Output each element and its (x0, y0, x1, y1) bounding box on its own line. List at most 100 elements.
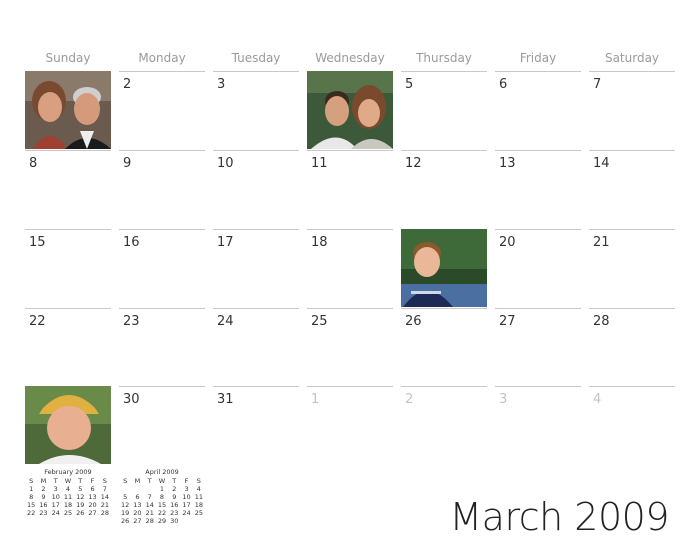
mini-weekday-label: F (184, 477, 189, 485)
day-cell: 27 (495, 308, 581, 386)
day-cell: 5 (401, 71, 487, 149)
day-number: 5 (405, 77, 414, 92)
mini-day: 27 (133, 517, 142, 525)
mini-day: 20 (88, 501, 97, 509)
mini-day: 8 (159, 493, 165, 501)
day-number: 31 (217, 392, 234, 407)
day-number: 17 (217, 235, 234, 250)
mini-day: 4 (196, 485, 201, 493)
day-cell: 6 (495, 71, 581, 149)
mini-day: 3 (53, 485, 58, 493)
mini-weekday-label: T (78, 477, 83, 485)
mini-day: 18 (63, 501, 73, 509)
couple-photo-1 (25, 71, 111, 149)
mini-day: 24 (182, 509, 191, 517)
mini-week-row: 1234 (119, 485, 205, 493)
day-number: 10 (217, 156, 234, 171)
mini-day: 5 (123, 493, 128, 501)
day-number: 13 (499, 156, 516, 171)
day-number: 25 (311, 314, 328, 329)
mini-day: 19 (121, 509, 130, 517)
day-cell: 4 (589, 386, 675, 464)
mini-day: 10 (51, 493, 60, 501)
mini-weekday-label: W (158, 477, 166, 485)
mini-weekday-label: T (53, 477, 58, 485)
day-cell: 30 (119, 386, 205, 464)
day-cell: 12 (401, 150, 487, 228)
day-cell (401, 229, 487, 307)
mini-day: 26 (76, 509, 85, 517)
mini-week-row: 22 23 24 25 26 27 28 (25, 509, 111, 517)
mini-weekday-label: T (147, 477, 152, 485)
mini-calendar-april: April 2009 S M T W T F S 1 2 3 4 5 6 7 8 9 10 11 12 13 14 15 1… (119, 468, 205, 525)
weekday-friday: Friday (519, 51, 557, 65)
mini-day: 1 (159, 485, 165, 493)
mini-day (131, 485, 143, 493)
day-cell (25, 386, 111, 464)
mini-day: 14 (100, 493, 109, 501)
day-cell: 15 (25, 229, 111, 307)
day-number: 2 (123, 77, 132, 92)
mini-day: 17 (182, 501, 191, 509)
mini-day: 14 (145, 501, 154, 509)
mini-day: 4 (65, 485, 71, 493)
day-number: 26 (405, 314, 422, 329)
mini-weekday-label: S (196, 477, 201, 485)
mini-day: 16 (39, 501, 48, 509)
day-cell: 2 (401, 386, 487, 464)
mini-day: 28 (145, 517, 154, 525)
day-number: 3 (217, 77, 226, 92)
mini-day (180, 517, 192, 525)
mini-day: 21 (145, 509, 154, 517)
day-cell: 25 (307, 308, 393, 386)
day-number: 14 (593, 156, 610, 171)
mini-day (119, 485, 131, 493)
day-number: 8 (29, 156, 38, 171)
day-number: 1 (311, 392, 320, 407)
weekday-wednesday: Wednesday (315, 51, 385, 65)
day-number: 30 (123, 392, 140, 407)
day-number: 24 (217, 314, 234, 329)
mini-weekday-label: W (64, 477, 72, 485)
day-cell: 17 (213, 229, 299, 307)
day-cell (307, 71, 393, 149)
mini-day: 10 (182, 493, 191, 501)
day-number: 18 (311, 235, 328, 250)
day-cell: 9 (119, 150, 205, 228)
mini-day: 12 (121, 501, 130, 509)
mini-week-row: 8 9 10 11 12 13 14 (25, 493, 111, 501)
mini-day (144, 485, 156, 493)
mini-day: 5 (78, 485, 83, 493)
mini-day: 19 (76, 501, 85, 509)
mini-day: 25 (194, 509, 203, 517)
mini-week-row: 26 27 28 29 30 (119, 517, 205, 525)
mini-day: 7 (102, 485, 107, 493)
day-number: 27 (499, 314, 516, 329)
day-cell: 21 (589, 229, 675, 307)
mini-day: 2 (41, 485, 46, 493)
day-cell: 18 (307, 229, 393, 307)
mini-day: 15 (157, 501, 167, 509)
day-cell: 26 (401, 308, 487, 386)
day-cell (25, 71, 111, 149)
day-number: 6 (499, 77, 508, 92)
mini-day: 9 (172, 493, 177, 501)
day-cell: 3 (495, 386, 581, 464)
mini-weekday-label: S (102, 477, 107, 485)
mini-day: 2 (172, 485, 177, 493)
mini-weekday-label: S (29, 477, 34, 485)
day-number: 12 (405, 156, 422, 171)
day-cell: 11 (307, 150, 393, 228)
mini-day: 13 (133, 501, 142, 509)
mini-day: 16 (170, 501, 179, 509)
mini-week-row: 1234567 (25, 485, 111, 493)
day-cell: 2 (119, 71, 205, 149)
mini-day: 13 (88, 493, 97, 501)
mini-day: 1 (29, 485, 34, 493)
mini-day: 21 (100, 501, 109, 509)
mini-day: 28 (100, 509, 109, 517)
mini-day: 3 (184, 485, 189, 493)
weekday-thursday: Thursday (416, 51, 472, 65)
mini-day: 6 (135, 493, 140, 501)
day-number: 4 (593, 392, 602, 407)
